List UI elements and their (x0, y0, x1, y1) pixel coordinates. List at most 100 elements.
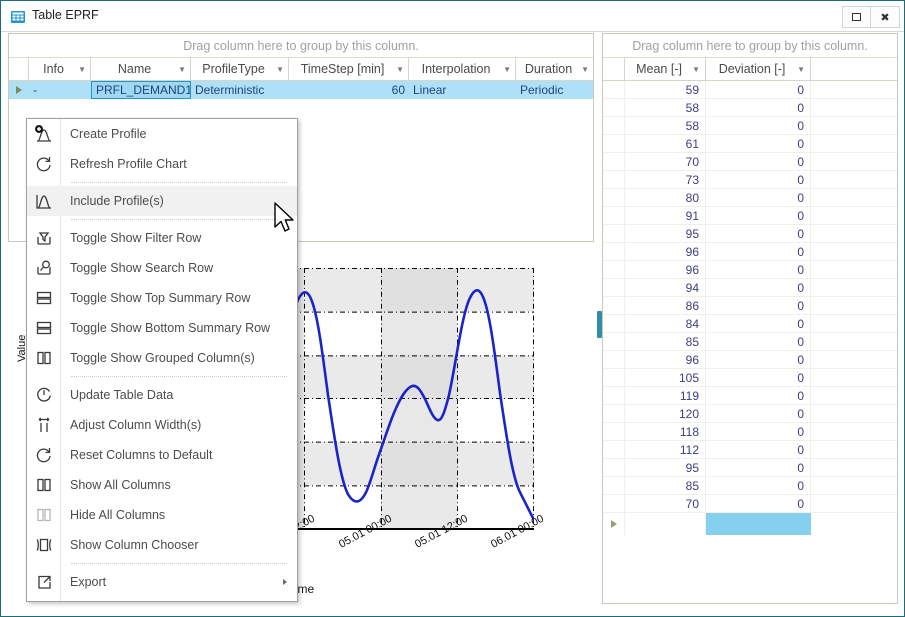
close-button[interactable]: ✖ (871, 7, 899, 27)
cell-mean[interactable]: 120 (625, 405, 706, 422)
table-row[interactable]: - PRFL_DEMAND1 Deterministic 60 Linear P… (9, 81, 593, 99)
cell-mean[interactable]: 58 (625, 99, 706, 116)
cell-mean[interactable]: 95 (625, 225, 706, 242)
table-row[interactable]: 730 (603, 171, 897, 189)
cell-duration[interactable]: Periodic (516, 81, 593, 99)
cell-deviation[interactable]: 0 (706, 171, 811, 188)
context-menu-item-toggle-show-top-summary-row[interactable]: Toggle Show Top Summary Row (27, 283, 297, 313)
context-menu-item-create-profile[interactable]: Create Profile (27, 119, 297, 149)
context-menu-item-hide-all-columns[interactable]: Hide All Columns (27, 500, 297, 530)
cell-deviation[interactable]: 0 (706, 207, 811, 224)
table-row[interactable]: 1200 (603, 405, 897, 423)
maximize-button[interactable] (843, 7, 871, 27)
cell-deviation[interactable]: 0 (706, 369, 811, 386)
table-row[interactable]: 1180 (603, 423, 897, 441)
table-row[interactable]: 960 (603, 261, 897, 279)
cell-deviation[interactable]: 0 (706, 135, 811, 152)
grid-context-menu[interactable]: Create ProfileRefresh Profile Chart Inclu… (26, 118, 298, 602)
cell-mean[interactable]: 95 (625, 459, 706, 476)
context-menu-item-show-column-chooser[interactable]: Show Column Chooser (27, 530, 297, 560)
cell-deviation[interactable]: 0 (706, 153, 811, 170)
cell-deviation[interactable]: 0 (706, 315, 811, 332)
cell-deviation[interactable]: 0 (706, 495, 811, 512)
context-menu-item-update-table-data[interactable]: Update Table Data (27, 380, 297, 410)
context-menu-item-toggle-show-search-row[interactable]: Toggle Show Search Row (27, 253, 297, 283)
table-row[interactable]: 950 (603, 225, 897, 243)
cell-mean[interactable]: 96 (625, 243, 706, 260)
cell-deviation[interactable]: 0 (706, 279, 811, 296)
cell-deviation[interactable]: 0 (706, 81, 811, 98)
column-header-name[interactable]: Name ▼ (91, 58, 191, 80)
cell-name[interactable]: PRFL_DEMAND1 (91, 81, 191, 99)
cell-timestep[interactable]: 60 (289, 81, 409, 99)
cell-mean[interactable]: 85 (625, 333, 706, 350)
table-row[interactable]: 700 (603, 153, 897, 171)
context-menu-item-refresh-profile-chart[interactable]: Refresh Profile Chart (27, 149, 297, 179)
cell-deviation[interactable]: 0 (706, 333, 811, 350)
cell-deviation[interactable]: 0 (706, 441, 811, 458)
filter-icon[interactable]: ▼ (396, 65, 404, 74)
filter-icon[interactable]: ▼ (503, 65, 511, 74)
filter-icon[interactable]: ▼ (797, 65, 805, 74)
filter-icon[interactable]: ▼ (178, 65, 186, 74)
column-header-duration[interactable]: Duration ▼ (516, 58, 593, 80)
cell-deviation[interactable]: 0 (706, 297, 811, 314)
context-menu-item-show-all-columns[interactable]: Show All Columns (27, 470, 297, 500)
cell-deviation[interactable]: 0 (706, 477, 811, 494)
table-row[interactable]: 910 (603, 207, 897, 225)
table-row[interactable]: 580 (603, 99, 897, 117)
cell-mean[interactable]: 112 (625, 441, 706, 458)
cell-deviation[interactable]: 0 (706, 189, 811, 206)
table-row[interactable]: 700 (603, 495, 897, 513)
table-row[interactable]: 590 (603, 81, 897, 99)
table-row[interactable]: 800 (603, 189, 897, 207)
cell-mean[interactable]: 70 (625, 495, 706, 512)
cell-interpolation[interactable]: Linear (409, 81, 516, 99)
cell-mean[interactable]: 118 (625, 423, 706, 440)
context-menu-item-toggle-show-bottom-summary-row[interactable]: Toggle Show Bottom Summary Row (27, 313, 297, 343)
context-menu-item-toggle-show-grouped-column-s[interactable]: Toggle Show Grouped Column(s) (27, 343, 297, 373)
cell-deviation[interactable]: 0 (706, 405, 811, 422)
cell-mean[interactable]: 73 (625, 171, 706, 188)
right-group-band[interactable]: Drag column here to group by this column… (603, 34, 897, 58)
filter-icon[interactable]: ▼ (276, 65, 284, 74)
table-row[interactable]: 850 (603, 333, 897, 351)
cell-profiletype[interactable]: Deterministic (191, 81, 289, 99)
filter-icon[interactable]: ▼ (581, 65, 589, 74)
cell-deviation[interactable]: 0 (706, 387, 811, 404)
table-row[interactable]: 960 (603, 243, 897, 261)
filter-icon[interactable]: ▼ (692, 65, 700, 74)
cell-deviation[interactable]: 0 (706, 99, 811, 116)
table-row[interactable]: 610 (603, 135, 897, 153)
cell-mean[interactable]: 91 (625, 207, 706, 224)
column-header-mean[interactable]: Mean [-] ▼ (625, 58, 706, 80)
cell-deviation[interactable]: 0 (706, 261, 811, 278)
cell-deviation[interactable]: 0 (706, 423, 811, 440)
column-header-info[interactable]: Info ▼ (29, 58, 91, 80)
cell-deviation[interactable]: 0 (706, 351, 811, 368)
column-header-interpolation[interactable]: Interpolation ▼ (409, 58, 516, 80)
cell-mean[interactable]: 61 (625, 135, 706, 152)
table-row[interactable]: 580 (603, 117, 897, 135)
context-menu-item-include-profile-s[interactable]: Include Profile(s) (27, 186, 297, 216)
column-header-timestep[interactable]: TimeStep [min] ▼ (289, 58, 409, 80)
table-row[interactable]: 1050 (603, 369, 897, 387)
table-row[interactable]: 960 (603, 351, 897, 369)
table-row[interactable]: 940 (603, 279, 897, 297)
cell-info[interactable]: - (29, 81, 91, 99)
cell-mean[interactable]: 119 (625, 387, 706, 404)
cell-mean[interactable]: 105 (625, 369, 706, 386)
cell-mean[interactable]: 84 (625, 315, 706, 332)
column-header-profiletype[interactable]: ProfileType ▼ (191, 58, 289, 80)
context-menu-item-reset-columns-to-default[interactable]: Reset Columns to Default (27, 440, 297, 470)
cell-deviation[interactable]: 0 (706, 459, 811, 476)
cell-deviation[interactable]: 0 (706, 243, 811, 260)
cell-mean[interactable]: 96 (625, 261, 706, 278)
cell-mean[interactable]: 70 (625, 153, 706, 170)
table-row[interactable]: 1120 (603, 441, 897, 459)
cell-mean[interactable]: 80 (625, 189, 706, 206)
cell-deviation[interactable]: 0 (706, 117, 811, 134)
context-menu-item-toggle-show-filter-row[interactable]: Toggle Show Filter Row (27, 223, 297, 253)
cell-mean[interactable]: 94 (625, 279, 706, 296)
table-row[interactable]: 850 (603, 477, 897, 495)
